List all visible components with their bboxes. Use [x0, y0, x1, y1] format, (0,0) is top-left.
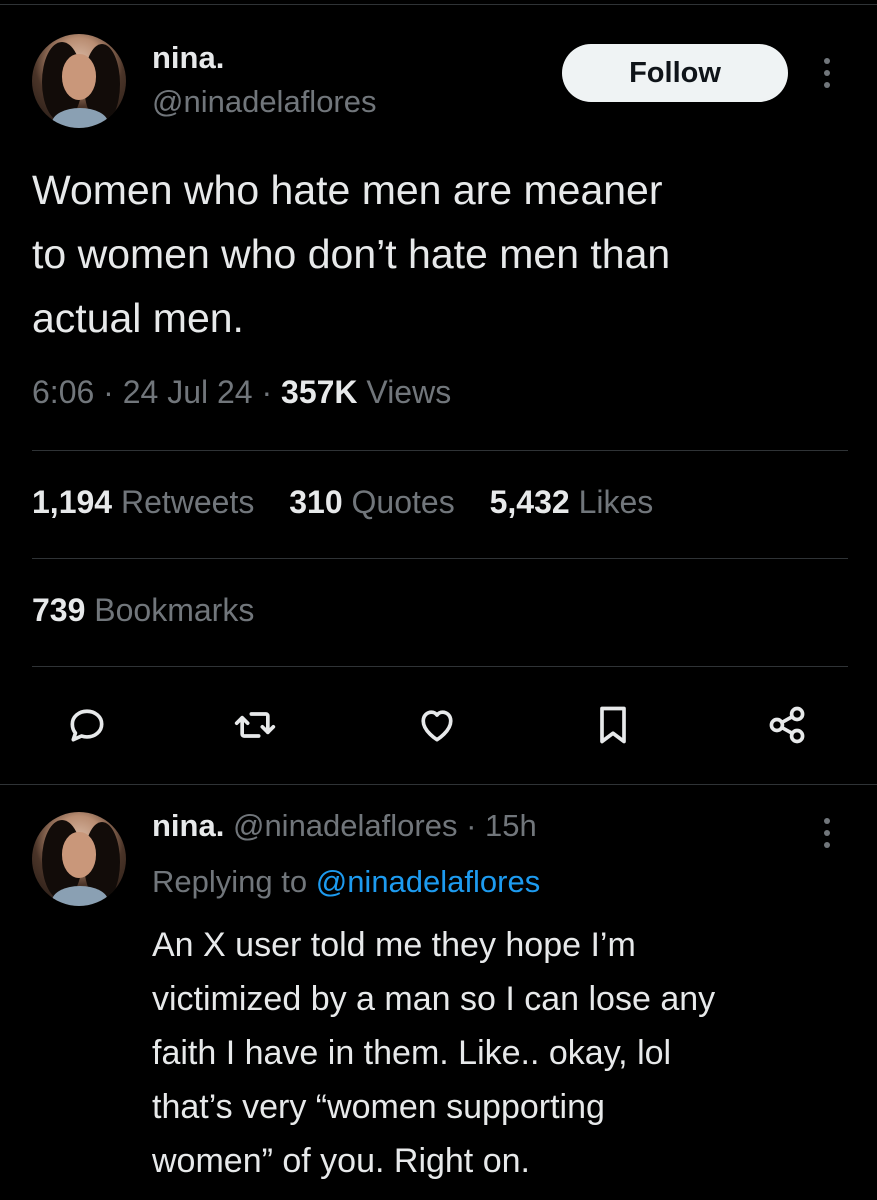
retweet-button[interactable] [230, 700, 280, 750]
heart-icon [421, 710, 453, 742]
quotes-label: Quotes [351, 484, 455, 520]
tweet-date[interactable]: 24 Jul 24 [123, 374, 253, 410]
replying-to: Replying to @ninadelaflores [152, 864, 540, 900]
divider [0, 784, 877, 785]
reply-icon [70, 709, 104, 742]
divider [32, 450, 848, 451]
reply-header: nina. @ninadelaflores · 15h [152, 808, 537, 844]
bookmark-icon [600, 706, 626, 744]
reply-avatar[interactable] [32, 812, 126, 906]
reply-button[interactable] [62, 700, 112, 750]
divider [32, 558, 848, 559]
tweet-text: Women who hate men are meaner to women w… [32, 167, 671, 341]
top-divider [0, 4, 877, 5]
like-button[interactable] [412, 700, 462, 750]
reply-time[interactable]: 15h [485, 808, 537, 843]
bookmarks-count: 739 [32, 592, 86, 628]
bookmarks-stat[interactable]: 739 Bookmarks [32, 592, 254, 629]
share-icon [769, 706, 805, 744]
retweets-stat[interactable]: 1,194 Retweets [32, 484, 254, 520]
reply-handle[interactable]: @ninadelaflores [233, 808, 458, 843]
replying-to-label: Replying to [152, 864, 316, 899]
handle[interactable]: @ninadelaflores [152, 84, 377, 120]
likes-stat[interactable]: 5,432 Likes [490, 484, 654, 520]
bookmarks-label: Bookmarks [94, 592, 255, 628]
share-button[interactable] [762, 700, 812, 750]
likes-label: Likes [578, 484, 654, 520]
bookmark-button[interactable] [588, 700, 638, 750]
retweets-label: Retweets [120, 484, 255, 520]
display-name[interactable]: nina. [152, 40, 224, 76]
reply-display-name[interactable]: nina. [152, 808, 224, 843]
meta-separator: · [457, 808, 486, 843]
views-label: Views [357, 374, 452, 410]
divider [32, 666, 848, 667]
retweet-icon [234, 712, 276, 738]
tweet-meta: 6:06 · 24 Jul 24 · 357K Views [32, 374, 451, 411]
tweet-time[interactable]: 6:06 [32, 374, 94, 410]
more-options-icon[interactable] [822, 58, 832, 88]
reply-more-options-icon[interactable] [822, 818, 832, 848]
stats-row: 1,194 Retweets 310 Quotes 5,432 Likes [32, 484, 679, 521]
quotes-stat[interactable]: 310 Quotes [289, 484, 454, 520]
views-count: 357K [281, 374, 358, 410]
reply-text: An X user told me they hope I’m victimiz… [152, 926, 716, 1180]
meta-separator: · [252, 374, 282, 410]
avatar[interactable] [32, 34, 126, 128]
replying-to-link[interactable]: @ninadelaflores [316, 864, 541, 899]
quotes-count: 310 [289, 484, 343, 520]
follow-button[interactable]: Follow [562, 44, 788, 102]
meta-separator: · [94, 374, 123, 410]
likes-count: 5,432 [489, 484, 570, 520]
retweets-count: 1,194 [32, 484, 113, 520]
